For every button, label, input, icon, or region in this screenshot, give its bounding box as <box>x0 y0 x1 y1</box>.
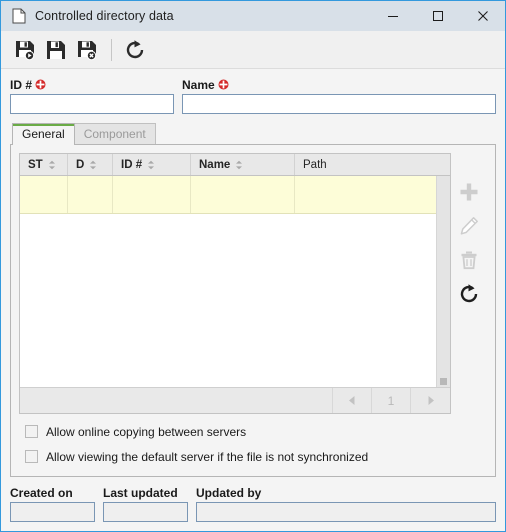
created-on-input <box>10 502 95 522</box>
floppy-disk-cancel-icon <box>76 39 98 61</box>
tab-general[interactable]: General <box>12 123 75 145</box>
cell-name <box>191 176 295 213</box>
triangle-right-icon <box>426 395 436 406</box>
minimize-button[interactable] <box>370 1 415 31</box>
name-field-label: Name <box>182 77 496 92</box>
option-allow-online-copying[interactable]: Allow online copying between servers <box>25 424 485 439</box>
name-label-text: Name <box>182 77 215 92</box>
sort-arrows-icon <box>235 160 243 170</box>
checkbox-allow-default-server-viewing[interactable] <box>25 450 38 463</box>
name-field-block: Name <box>182 77 496 114</box>
window-controls <box>370 1 505 31</box>
created-on-label: Created on <box>10 486 73 500</box>
column-header-path-label: Path <box>303 158 327 171</box>
refresh-icon <box>124 39 146 61</box>
tab-panel-general: ST D ID # Name Path 1 Allow online copyi… <box>10 144 496 477</box>
add-row-button[interactable] <box>454 175 484 209</box>
toolbar-separator <box>111 38 112 61</box>
document-icon <box>12 8 26 24</box>
column-header-d[interactable]: D <box>68 154 113 175</box>
name-input[interactable] <box>182 94 496 114</box>
directory-data-grid: ST D ID # Name Path 1 <box>19 153 451 414</box>
table-row[interactable] <box>20 176 450 214</box>
column-header-path[interactable]: Path <box>295 154 450 175</box>
column-header-id[interactable]: ID # <box>113 154 191 175</box>
refresh-grid-button[interactable] <box>454 277 484 311</box>
toolbar <box>1 31 505 69</box>
checkbox-allow-online-copying[interactable] <box>25 425 38 438</box>
sort-arrows-icon <box>147 160 155 170</box>
pencil-icon <box>459 216 479 236</box>
delete-row-button[interactable] <box>454 243 484 277</box>
maximize-button[interactable] <box>415 1 460 31</box>
grid-actions-rail <box>451 153 487 414</box>
option-label: Allow viewing the default server if the … <box>46 449 369 464</box>
tab-component-label: Component <box>83 127 146 141</box>
floppy-disk-play-icon <box>14 39 36 61</box>
option-label: Allow online copying between servers <box>46 424 247 439</box>
pager-next-button[interactable] <box>411 388 450 413</box>
updated-by-input <box>196 502 496 522</box>
plus-icon <box>459 182 479 202</box>
edit-row-button[interactable] <box>454 209 484 243</box>
sort-arrows-icon <box>89 160 97 170</box>
id-input[interactable] <box>10 94 174 114</box>
column-header-st-label: ST <box>28 158 43 171</box>
save-button[interactable] <box>40 34 71 65</box>
close-button[interactable] <box>460 1 505 31</box>
cell-st <box>20 176 68 213</box>
id-field-block: ID # <box>10 77 174 114</box>
grid-vertical-scrollbar[interactable] <box>436 176 450 387</box>
last-updated-input <box>103 502 188 522</box>
grid-header-row: ST D ID # Name Path <box>20 154 450 176</box>
options-group: Allow online copying between servers All… <box>19 414 487 468</box>
floppy-disk-icon <box>45 39 67 61</box>
updated-by-block: Updated by <box>196 486 496 522</box>
updated-by-label: Updated by <box>196 486 262 500</box>
id-label-text: ID # <box>10 77 33 92</box>
grid-body <box>20 176 450 387</box>
content-area: ID # Name General Component ST D ID # Na… <box>1 69 505 486</box>
audit-footer: Created on Last updated Updated by <box>1 486 505 531</box>
required-marker-icon <box>35 79 46 90</box>
pager-page-number[interactable]: 1 <box>372 388 411 413</box>
title-bar: Controlled directory data <box>1 1 505 31</box>
column-header-name[interactable]: Name <box>191 154 295 175</box>
last-updated-label: Last updated <box>103 486 178 500</box>
sort-arrows-icon <box>48 160 56 170</box>
tab-component[interactable]: Component <box>73 123 156 144</box>
window-title: Controlled directory data <box>35 9 174 23</box>
cell-d <box>68 176 113 213</box>
cell-path <box>295 176 450 213</box>
application-window: Controlled directory data ID # Name Gene… <box>0 0 506 532</box>
last-updated-block: Last updated <box>103 486 188 522</box>
refresh-icon <box>458 283 480 305</box>
column-header-d-label: D <box>76 158 85 171</box>
pager-page-label: 1 <box>387 393 395 408</box>
tab-general-label: General <box>22 127 65 141</box>
tab-strip: General Component <box>10 123 496 145</box>
required-marker-icon <box>218 79 229 90</box>
refresh-button[interactable] <box>119 34 150 65</box>
pager-spacer <box>20 388 333 413</box>
save-and-new-button[interactable] <box>9 34 40 65</box>
created-on-block: Created on <box>10 486 95 522</box>
column-header-st[interactable]: ST <box>20 154 68 175</box>
grid-pager: 1 <box>20 387 450 413</box>
identity-fields: ID # Name <box>10 77 496 114</box>
column-header-id-label: ID # <box>121 158 143 171</box>
save-and-close-button[interactable] <box>71 34 102 65</box>
triangle-left-icon <box>347 395 357 406</box>
trash-icon <box>459 250 479 270</box>
cell-id <box>113 176 191 213</box>
grid-area: ST D ID # Name Path 1 <box>19 153 487 414</box>
id-field-label: ID # <box>10 77 174 92</box>
option-allow-default-server-viewing[interactable]: Allow viewing the default server if the … <box>25 449 485 464</box>
scrollbar-thumb[interactable] <box>440 378 447 385</box>
pager-prev-button[interactable] <box>333 388 372 413</box>
column-header-name-label: Name <box>199 158 231 171</box>
